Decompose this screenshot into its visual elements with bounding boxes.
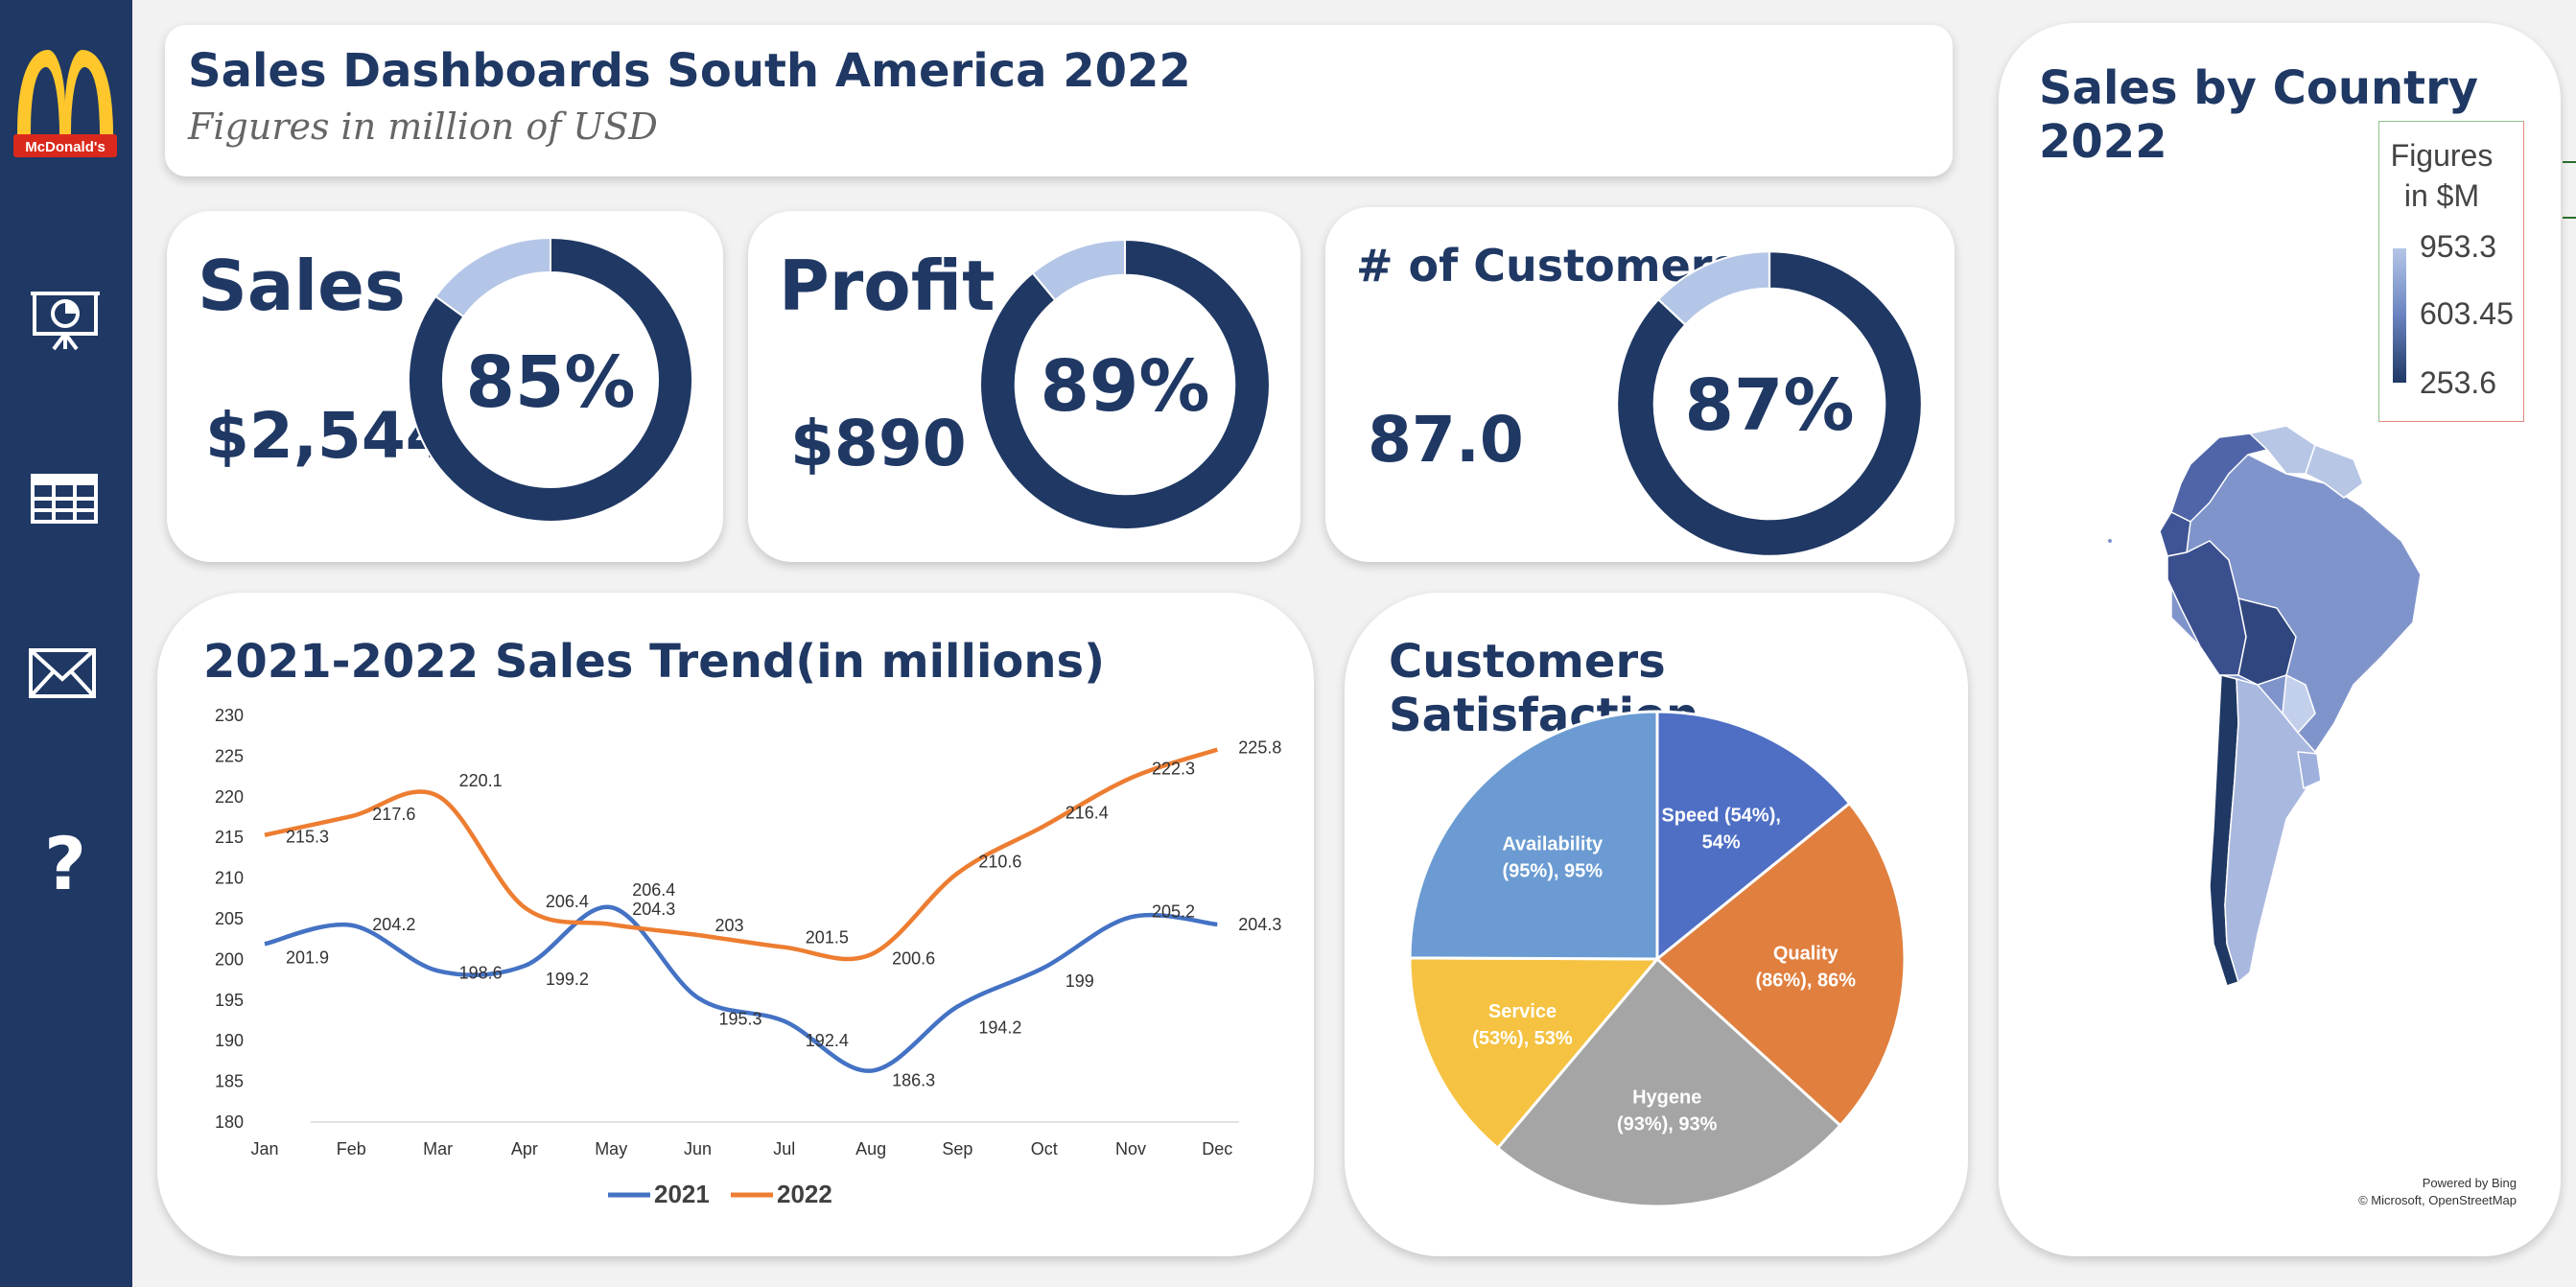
data-label: 195.3 — [719, 1009, 762, 1028]
y-tick-label: 200 — [215, 949, 244, 969]
y-tick-label: 205 — [215, 909, 244, 928]
donut-percent-customers: 87% — [1684, 364, 1855, 447]
x-tick-label: Feb — [337, 1139, 366, 1158]
y-tick-label: 220 — [215, 787, 244, 807]
sales-trend-chart: 180 185 190 195 200 205 210 215 220 225 230 Jan Feb M… — [215, 706, 1281, 1208]
kpi-label-sales: Sales — [198, 246, 406, 326]
pie-label-line1: Availability — [1502, 833, 1604, 854]
legend-label-2021: 2021 — [654, 1180, 710, 1208]
data-label: 198.6 — [459, 963, 503, 982]
header-card: Sales Dashboards South America 2022 Figu… — [165, 25, 1953, 176]
data-label: 204.2 — [372, 915, 415, 934]
donut-segment-rest — [1031, 239, 1127, 302]
map-credit-line1: Powered by Bing — [2423, 1176, 2517, 1190]
data-label: 203 — [715, 916, 744, 935]
data-label: 206.4 — [546, 892, 589, 911]
x-tick-label: Sep — [942, 1139, 972, 1158]
x-tick-label: Nov — [1115, 1139, 1146, 1158]
kpi-label-profit: Profit — [779, 246, 995, 326]
donut-percent-profit: 89% — [1040, 345, 1210, 428]
pie-label-line1: Hygene — [1632, 1087, 1701, 1108]
x-tick-label: Aug — [855, 1139, 886, 1158]
data-label: 217.6 — [372, 805, 415, 824]
y-tick-label: 225 — [215, 746, 244, 765]
map-credit-line2: © Microsoft, OpenStreetMap — [2358, 1193, 2517, 1207]
donut-customers: 87% — [1615, 249, 1924, 558]
kpi-card-profit: Profit $890 89% — [748, 211, 1300, 562]
data-label: 225.8 — [1238, 738, 1281, 758]
map-card: Sales by Country 2022 Figures in $M 953.… — [1999, 23, 2561, 1256]
pie-label-line1: Speed (54%), — [1661, 805, 1780, 826]
edge-connector-mark — [2563, 161, 2576, 163]
x-tick-label: Jul — [773, 1139, 795, 1158]
donut-segment-rest — [433, 236, 551, 318]
kpi-value-profit: $890 — [790, 407, 967, 480]
pie-label-line2: (93%), 93% — [1617, 1113, 1718, 1135]
data-label: 186.3 — [892, 1071, 935, 1090]
x-tick-label: May — [595, 1139, 627, 1158]
help-glyph: ? — [43, 821, 87, 906]
data-label: 206.4 — [632, 880, 675, 900]
data-label: 205.2 — [1152, 901, 1195, 921]
data-label: 201.9 — [286, 948, 329, 967]
kpi-card-sales: Sales $2,544 85% — [167, 211, 723, 562]
x-tick-label: Jan — [250, 1139, 278, 1158]
y-tick-label: 230 — [215, 706, 244, 725]
pie-label-line2: (86%), 86% — [1755, 970, 1856, 991]
legend-label-2022: 2022 — [777, 1180, 832, 1208]
mail-icon[interactable] — [27, 641, 104, 708]
data-label: 199 — [1066, 971, 1094, 991]
edge-connector-mark — [2563, 217, 2576, 219]
data-label: 194.2 — [978, 1018, 1021, 1038]
y-tick-label: 195 — [215, 991, 244, 1010]
data-label: 215.3 — [286, 828, 329, 847]
data-label: 201.5 — [806, 928, 849, 948]
kpi-value-customers: 87.0 — [1368, 403, 1524, 477]
pie-label-line2: (53%), 53% — [1472, 1028, 1573, 1049]
donut-segment-rest — [1656, 250, 1771, 327]
mcdonalds-logo[interactable]: McDonald's — [12, 46, 119, 159]
south-america-map[interactable]: Powered by Bing © Microsoft, OpenStreetM… — [1999, 23, 2561, 1256]
sidebar: McDonald's ? — [0, 0, 132, 1287]
sales-trend-card: 2021-2022 Sales Trend(in millions) 180 18… — [157, 593, 1314, 1256]
pie-label-line2: (95%), 95% — [1503, 860, 1604, 881]
donut-percent-sales: 85% — [465, 341, 636, 424]
donut-sales: 85% — [407, 236, 694, 524]
page-title: Sales Dashboards South America 2022 — [188, 44, 1191, 98]
data-label: 220.1 — [459, 771, 503, 790]
y-tick-label: 210 — [215, 869, 244, 888]
x-tick-label: Apr — [511, 1139, 538, 1158]
satisfaction-pie-chart: Speed (54%), 54% Quality (86%), 86% Hygene (9… — [1408, 710, 1907, 1208]
data-label: 192.4 — [806, 1031, 849, 1050]
data-label: 204.3 — [632, 900, 675, 919]
pie-label-line1: Service — [1488, 1001, 1557, 1022]
x-tick-label: Dec — [1202, 1139, 1232, 1158]
y-tick-label: 190 — [215, 1031, 244, 1050]
pie-label-line1: Quality — [1773, 943, 1839, 964]
y-tick-label: 215 — [215, 828, 244, 847]
pie-label-line2: 54% — [1702, 831, 1741, 853]
kpi-card-customers: # of Customers 87.0 87% — [1325, 207, 1955, 562]
map-region-ecuador — [2159, 511, 2191, 557]
data-label: 200.6 — [892, 948, 935, 968]
page-subtitle: Figures in million of USD — [188, 105, 658, 148]
table-grid-icon[interactable] — [27, 466, 104, 533]
x-tick-label: Jun — [684, 1139, 712, 1158]
data-label: 199.2 — [546, 970, 589, 989]
satisfaction-card: Customers Satisfaction Speed (54%), 54% Qu… — [1345, 593, 1968, 1256]
x-tick-label: Oct — [1031, 1139, 1058, 1158]
help-icon[interactable]: ? — [27, 827, 104, 901]
data-label: 216.4 — [1066, 803, 1109, 822]
x-tick-label: Mar — [423, 1139, 453, 1158]
data-label: 204.3 — [1238, 915, 1281, 934]
y-tick-label: 185 — [215, 1072, 244, 1091]
donut-profit: 89% — [978, 238, 1272, 531]
brand-name: McDonald's — [25, 139, 105, 155]
y-tick-label: 180 — [215, 1112, 244, 1132]
data-label: 210.6 — [978, 853, 1021, 872]
presentation-chart-icon[interactable] — [27, 286, 104, 353]
data-label: 222.3 — [1152, 759, 1195, 778]
